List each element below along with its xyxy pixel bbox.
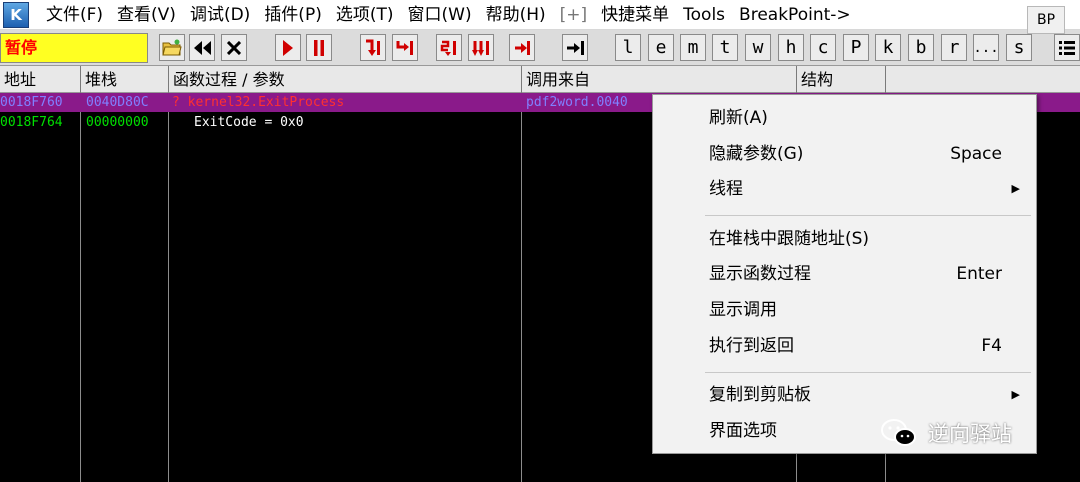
column-divider <box>80 93 81 482</box>
menu-help[interactable]: 帮助(H) <box>479 0 553 30</box>
submenu-arrow-icon: ▶ <box>1011 182 1020 195</box>
menu-shortcuts[interactable]: 快捷菜单 <box>594 0 676 30</box>
menu-item-shortcut: F4 <box>981 336 1002 356</box>
menu-item-execute-till-return[interactable]: 执行到返回 F4 <box>653 329 1036 363</box>
run-icon[interactable] <box>275 34 301 61</box>
procedure-cell: ? kernel32.ExitProcess <box>172 95 345 110</box>
trace-over-icon[interactable] <box>468 34 494 61</box>
menu-item-show-call[interactable]: 显示调用 <box>653 293 1036 327</box>
toolbar-threads-button[interactable]: t <box>712 34 738 61</box>
menu-item-hide-args[interactable]: 隐藏参数(G) Space <box>653 137 1036 171</box>
step-over-icon[interactable] <box>392 34 418 61</box>
toolbar-callstack-button[interactable]: k <box>875 34 901 61</box>
stack-cell: 0040D80C <box>86 95 149 110</box>
menu-item-copy-to-clipboard[interactable]: 复制到剪贴板 ▶ <box>653 378 1036 412</box>
wechat-icon <box>881 419 916 446</box>
toolbar-cpu-button[interactable]: c <box>810 34 836 61</box>
column-header-called-from[interactable]: 调用来自 <box>522 66 797 93</box>
toolbar-handles-button[interactable]: h <box>778 34 804 61</box>
column-divider <box>168 93 169 482</box>
menu-debug[interactable]: 调试(D) <box>183 0 257 30</box>
menu-breakpoint[interactable]: BreakPoint-> <box>732 0 858 30</box>
rewind-icon[interactable] <box>189 34 215 61</box>
menu-item-label: 显示调用 <box>709 300 777 320</box>
toolbar-modules-button[interactable]: e <box>648 34 674 61</box>
menu-expand[interactable]: [+] <box>553 0 595 30</box>
menu-separator <box>705 215 1031 216</box>
menu-file[interactable]: 文件(F) <box>39 0 110 30</box>
menu-window[interactable]: 窗口(W) <box>401 0 479 30</box>
column-header-procedure[interactable]: 函数过程 / 参数 <box>169 66 522 93</box>
procedure-cell: ExitCode = 0x0 <box>194 115 304 130</box>
pause-icon[interactable] <box>306 34 332 61</box>
address-cell: 0018F764 <box>0 115 63 130</box>
column-header-stack[interactable]: 堆栈 <box>81 66 169 93</box>
column-header-frame[interactable]: 结构 <box>797 66 886 93</box>
list-icon[interactable] <box>1054 34 1080 61</box>
menu-item-label: 显示函数过程 <box>709 264 811 284</box>
call-stack-header: 地址 堆栈 函数过程 / 参数 调用来自 结构 <box>0 66 1080 93</box>
menu-item-label: 界面选项 <box>709 421 777 441</box>
goto-icon[interactable] <box>562 34 588 61</box>
menu-item-label: 执行到返回 <box>709 336 794 356</box>
caller-cell: pdf2word.0040 <box>526 95 628 110</box>
toolbar-runtrace-button[interactable]: ... <box>973 34 999 61</box>
menu-options[interactable]: 选项(T) <box>329 0 401 30</box>
menu-item-label: 刷新(A) <box>709 108 768 128</box>
menu-tools[interactable]: Tools <box>676 0 732 30</box>
stack-cell: 00000000 <box>86 115 149 130</box>
submenu-arrow-icon: ▶ <box>1011 388 1020 401</box>
menu-separator <box>705 372 1031 373</box>
menu-item-refresh[interactable]: 刷新(A) <box>653 101 1036 135</box>
toolbar-log-button[interactable]: l <box>615 34 641 61</box>
toolbar: 暂停 l e m t w h c P k b r ... s <box>0 30 1080 66</box>
menu-item-label: 线程 <box>709 179 743 199</box>
trace-into-icon[interactable] <box>436 34 462 61</box>
menu-plugins[interactable]: 插件(P) <box>257 0 329 30</box>
menu-item-label: 隐藏参数(G) <box>709 144 804 164</box>
toolbar-patches-button[interactable]: P <box>843 34 869 61</box>
menu-view[interactable]: 查看(V) <box>110 0 183 30</box>
menu-item-label: 复制到剪贴板 <box>709 385 811 405</box>
toolbar-memory-button[interactable]: m <box>680 34 706 61</box>
watermark-text: 逆向驿站 <box>928 422 1012 446</box>
close-icon[interactable] <box>221 34 247 61</box>
execute-till-return-icon[interactable] <box>509 34 535 61</box>
menu-item-label: 在堆栈中跟随地址(S) <box>709 229 870 249</box>
menu-item-shortcut: Space <box>950 144 1002 164</box>
menu-bar: K 文件(F) 查看(V) 调试(D) 插件(P) 选项(T) 窗口(W) 帮助… <box>0 0 1080 30</box>
toolbar-windows-button[interactable]: w <box>745 34 771 61</box>
open-icon[interactable] <box>159 34 185 61</box>
app-icon[interactable]: K <box>3 1 29 28</box>
bp-button[interactable]: BP <box>1027 6 1065 34</box>
status-indicator: 暂停 <box>0 33 148 63</box>
column-divider <box>521 93 522 482</box>
column-header-address[interactable]: 地址 <box>0 66 81 93</box>
toolbar-references-button[interactable]: r <box>941 34 967 61</box>
menu-item-show-procedure[interactable]: 显示函数过程 Enter <box>653 257 1036 291</box>
menu-item-shortcut: Enter <box>956 264 1002 284</box>
context-menu: 刷新(A) 隐藏参数(G) Space 线程 ▶ 在堆栈中跟随地址(S) 显示函… <box>652 94 1037 454</box>
menu-item-threads[interactable]: 线程 ▶ <box>653 172 1036 206</box>
address-cell: 0018F760 <box>0 95 63 110</box>
toolbar-breakpoints-button[interactable]: b <box>908 34 934 61</box>
toolbar-source-button[interactable]: s <box>1006 34 1032 61</box>
step-into-icon[interactable] <box>360 34 386 61</box>
menu-item-follow-in-stack[interactable]: 在堆栈中跟随地址(S) <box>653 222 1036 256</box>
watermark: 逆向驿站 <box>880 415 1012 451</box>
